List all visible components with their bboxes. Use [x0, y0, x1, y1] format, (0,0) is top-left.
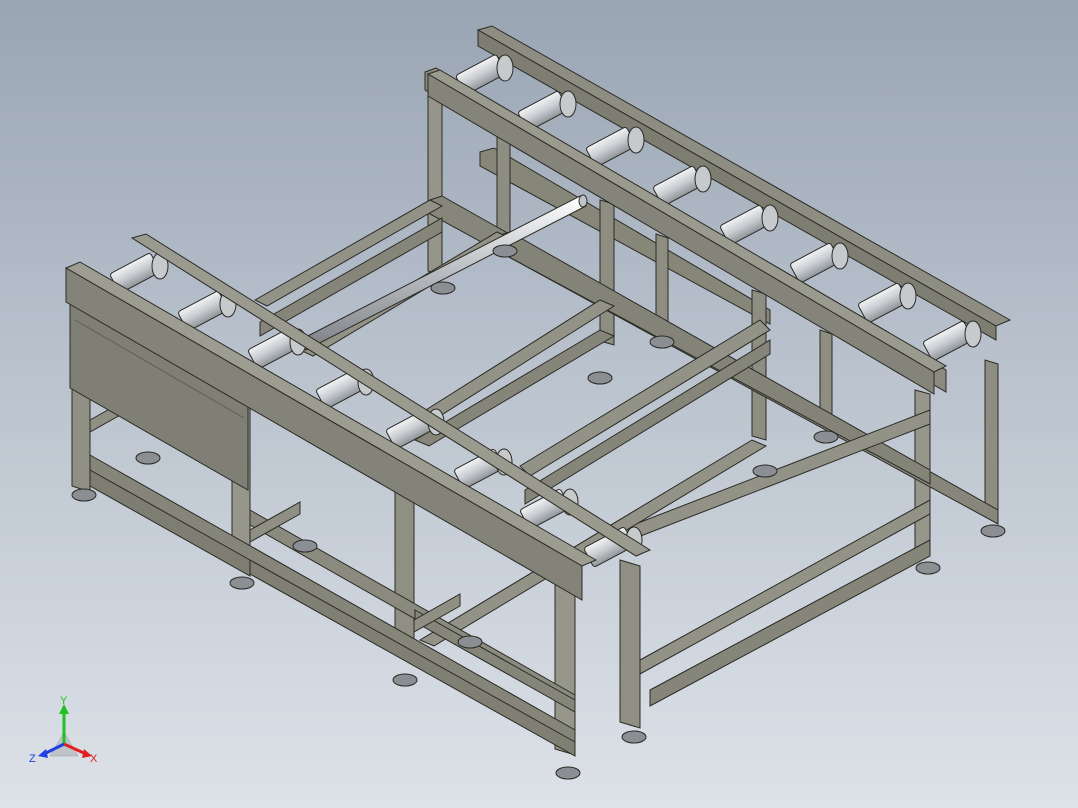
rear-roller-row: [455, 54, 982, 361]
conveyor-frame-model[interactable]: [0, 0, 1078, 808]
y-axis-label: Y: [60, 695, 68, 707]
z-axis-label: Z: [29, 753, 36, 765]
z-axis-arrow-icon: [38, 749, 48, 758]
graphics-viewport[interactable]: Y X Z: [0, 0, 1078, 808]
orientation-triad[interactable]: Y X Z: [28, 692, 108, 772]
x-axis-label: X: [90, 753, 98, 765]
